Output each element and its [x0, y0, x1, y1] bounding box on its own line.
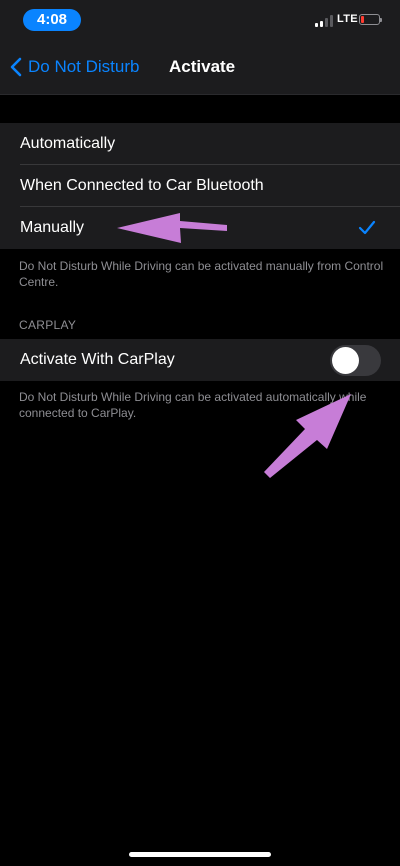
option-label: Manually: [20, 219, 85, 236]
carplay-section-header: CARPLAY: [19, 318, 77, 332]
activate-options-list: Automatically When Connected to Car Blue…: [0, 123, 400, 249]
page-title: Activate: [169, 57, 236, 76]
home-indicator: [129, 852, 271, 857]
status-time[interactable]: 4:08: [23, 9, 81, 31]
option-label: When Connected to Car Bluetooth: [20, 177, 264, 194]
carplay-footer-note: Do Not Disturb While Driving can be acti…: [19, 390, 367, 420]
checkmark-icon: [358, 220, 376, 235]
back-button[interactable]: Do Not Disturb: [10, 55, 139, 79]
status-bar: 4:08 LTE: [0, 0, 400, 40]
navigation-bar: Do Not Disturb Activate: [0, 40, 400, 95]
network-type: LTE: [337, 13, 358, 25]
carplay-settings-list: Activate With CarPlay: [0, 339, 400, 381]
signal-strength-icon: [315, 15, 333, 27]
toggle-knob: [332, 347, 359, 374]
back-button-label: Do Not Disturb: [28, 57, 140, 76]
activate-with-carplay-row: Activate With CarPlay: [0, 339, 400, 381]
option-car-bluetooth[interactable]: When Connected to Car Bluetooth: [0, 165, 400, 207]
carplay-toggle[interactable]: [330, 345, 381, 376]
activate-footer-note: Do Not Disturb While Driving can be acti…: [19, 259, 384, 289]
chevron-left-icon: [10, 57, 22, 77]
option-manually[interactable]: Manually: [0, 207, 400, 249]
battery-icon: [359, 14, 382, 25]
option-label: Automatically: [20, 135, 116, 152]
carplay-toggle-label: Activate With CarPlay: [20, 351, 175, 368]
option-automatically[interactable]: Automatically: [0, 123, 400, 165]
